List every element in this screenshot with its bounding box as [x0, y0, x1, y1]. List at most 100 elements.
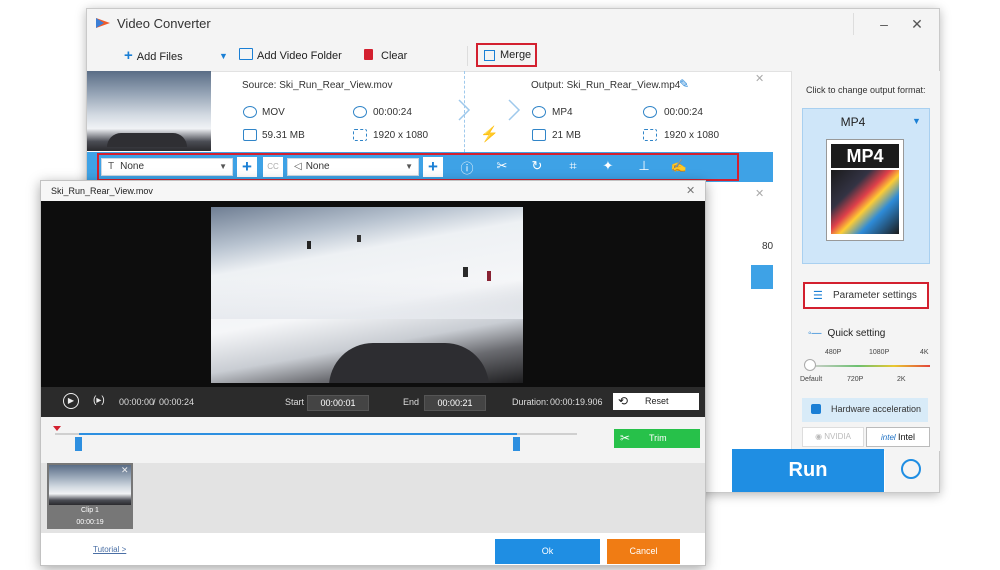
scale-4k: 4K: [920, 349, 929, 356]
info-icon[interactable]: ⓘ: [458, 158, 476, 177]
duration-value: 00:00:19.906: [550, 397, 603, 407]
quality-slider-track[interactable]: [810, 365, 930, 367]
run-button[interactable]: Run: [732, 449, 884, 492]
trim-timeline-area: ✂ Trim: [41, 417, 705, 463]
dialog-title-bar: Ski_Run_Rear_View.mov ✕: [41, 181, 705, 201]
rotate-icon[interactable]: ↻: [528, 158, 546, 174]
video-thumbnail[interactable]: [87, 71, 211, 151]
reset-icon: ⟲: [618, 394, 629, 408]
minimize-button[interactable]: –: [871, 13, 897, 35]
clear-button[interactable]: Clear: [364, 48, 407, 64]
output-duration: 00:00:24: [664, 107, 703, 118]
end-time-input[interactable]: 00:00:21: [424, 395, 486, 411]
chip-icon: [811, 404, 821, 414]
scale-720p: 720P: [847, 376, 864, 383]
add-files-button[interactable]: + Add Files: [124, 48, 183, 64]
snowmobile-hood: [107, 133, 187, 147]
end-handle[interactable]: [513, 437, 520, 451]
subtitle-dropdown[interactable]: T None ▼: [101, 158, 233, 176]
add-subtitle-button[interactable]: +: [237, 157, 257, 177]
app-logo-icon: [96, 18, 110, 28]
folder-icon: [239, 48, 253, 60]
tutorial-link[interactable]: Tutorial >: [93, 545, 126, 554]
add-video-folder-button[interactable]: Add Video Folder: [239, 48, 342, 64]
output-clock-icon: [643, 106, 657, 118]
effects-wand-icon[interactable]: ✦: [599, 158, 617, 174]
chevron-down-icon: ▼: [219, 162, 227, 171]
output-resolution-icon: [643, 129, 657, 141]
add-files-dropdown-icon[interactable]: ▼: [219, 48, 228, 64]
toolbar: + Add Files ▼ Add Video Folder Clear Merg…: [87, 41, 939, 72]
cc-icon[interactable]: CC: [263, 157, 283, 177]
add-files-label: Add Files: [136, 51, 183, 63]
skier: [307, 241, 311, 249]
alarm-button[interactable]: [885, 449, 939, 492]
intel-logo-icon: intel: [881, 433, 898, 442]
merge-button[interactable]: Merge: [476, 43, 537, 67]
quick-setting-label: Quick setting: [827, 328, 886, 339]
parameter-settings-button[interactable]: ☰ Parameter settings: [803, 282, 929, 309]
edit-pencil-icon[interactable]: ✎: [679, 77, 689, 91]
trim-button[interactable]: ✂ Trim: [614, 429, 700, 448]
scissors-icon[interactable]: ✂: [493, 158, 511, 174]
clip-thumbnail: [49, 465, 131, 505]
alarm-clock-icon: [901, 459, 921, 479]
quality-slider-handle[interactable]: [804, 359, 816, 371]
format-dropdown-icon: ▼: [912, 116, 921, 126]
audio-value: None: [305, 161, 330, 172]
nvidia-option[interactable]: ◉ NVIDIA: [802, 427, 864, 447]
cancel-button[interactable]: Cancel: [607, 539, 680, 564]
duration-label: Duration:: [512, 397, 549, 407]
hardware-acceleration-label: Hardware acceleration: [831, 404, 922, 414]
parameter-settings-label: Parameter settings: [833, 290, 917, 301]
add-video-folder-label: Add Video Folder: [257, 50, 342, 62]
hardware-acceleration-button[interactable]: Hardware acceleration: [802, 398, 928, 422]
add-audio-button[interactable]: +: [423, 157, 443, 177]
merge-label: Merge: [500, 49, 532, 61]
time-separator: /: [153, 397, 156, 407]
quick-setting: ◦— Quick setting: [808, 328, 885, 339]
watermark-icon[interactable]: ⊥: [635, 158, 653, 174]
start-time-input[interactable]: 00:00:01: [307, 395, 369, 411]
start-handle[interactable]: [75, 437, 82, 451]
source-resolution: 1920 x 1080: [373, 130, 429, 141]
playback-controls: ▶ (▸) 00:00:00 / 00:00:24 Start 00:00:01…: [41, 387, 705, 417]
video-preview[interactable]: [211, 207, 523, 383]
remove-item-icon[interactable]: ✕: [755, 72, 764, 85]
ok-button[interactable]: Ok: [495, 539, 600, 564]
source-duration: 00:00:24: [373, 107, 412, 118]
trash-icon: [364, 49, 373, 60]
clear-label: Clear: [381, 50, 408, 62]
edit-bar: T None ▼ + CC ◁ None ▼ + ⓘ ✂ ↻ ⌗ ✦ ⊥ ✍: [87, 152, 773, 182]
step-forward-icon[interactable]: (▸): [93, 395, 105, 406]
source-size: 59.31 MB: [262, 130, 305, 141]
dialog-close-icon[interactable]: ✕: [686, 184, 695, 197]
crop-icon[interactable]: ⌗: [564, 158, 582, 174]
quick-setting-icon: ◦—: [808, 328, 822, 339]
source-filename: Source: Ski_Run_Rear_View.mov: [242, 80, 393, 91]
playhead-marker-icon[interactable]: [53, 426, 61, 431]
chevron-down-icon: ▼: [405, 162, 413, 171]
remove-item-2-icon[interactable]: ✕: [755, 187, 764, 200]
intel-label: Intel: [897, 432, 915, 442]
output-format-selector[interactable]: MP4 ▼ MP4: [802, 108, 930, 264]
balloon-artwork: [831, 170, 899, 234]
close-button[interactable]: ✕: [904, 13, 930, 35]
lightning-icon[interactable]: ⚡: [480, 125, 499, 143]
play-icon[interactable]: ▶: [63, 393, 79, 409]
clip-item[interactable]: ✕ Clip 1 00:00:19: [47, 463, 133, 529]
merge-icon: [484, 50, 495, 61]
subtitle-edit-icon[interactable]: ✍: [670, 158, 688, 174]
speaker-icon: ◁: [294, 161, 302, 172]
remove-clip-icon[interactable]: ✕: [121, 465, 129, 476]
scale-default: Default: [800, 376, 823, 383]
text-icon: T: [108, 161, 115, 172]
selected-range: [79, 433, 517, 435]
title-bar: Video Converter – ✕: [87, 9, 939, 41]
output-format: MP4: [552, 107, 573, 118]
audio-dropdown[interactable]: ◁ None ▼: [287, 158, 419, 176]
intel-option[interactable]: intel Intel: [866, 427, 930, 447]
title-divider: [853, 13, 854, 35]
reset-button[interactable]: ⟲ Reset: [613, 393, 699, 410]
snow-slope: [211, 279, 523, 319]
